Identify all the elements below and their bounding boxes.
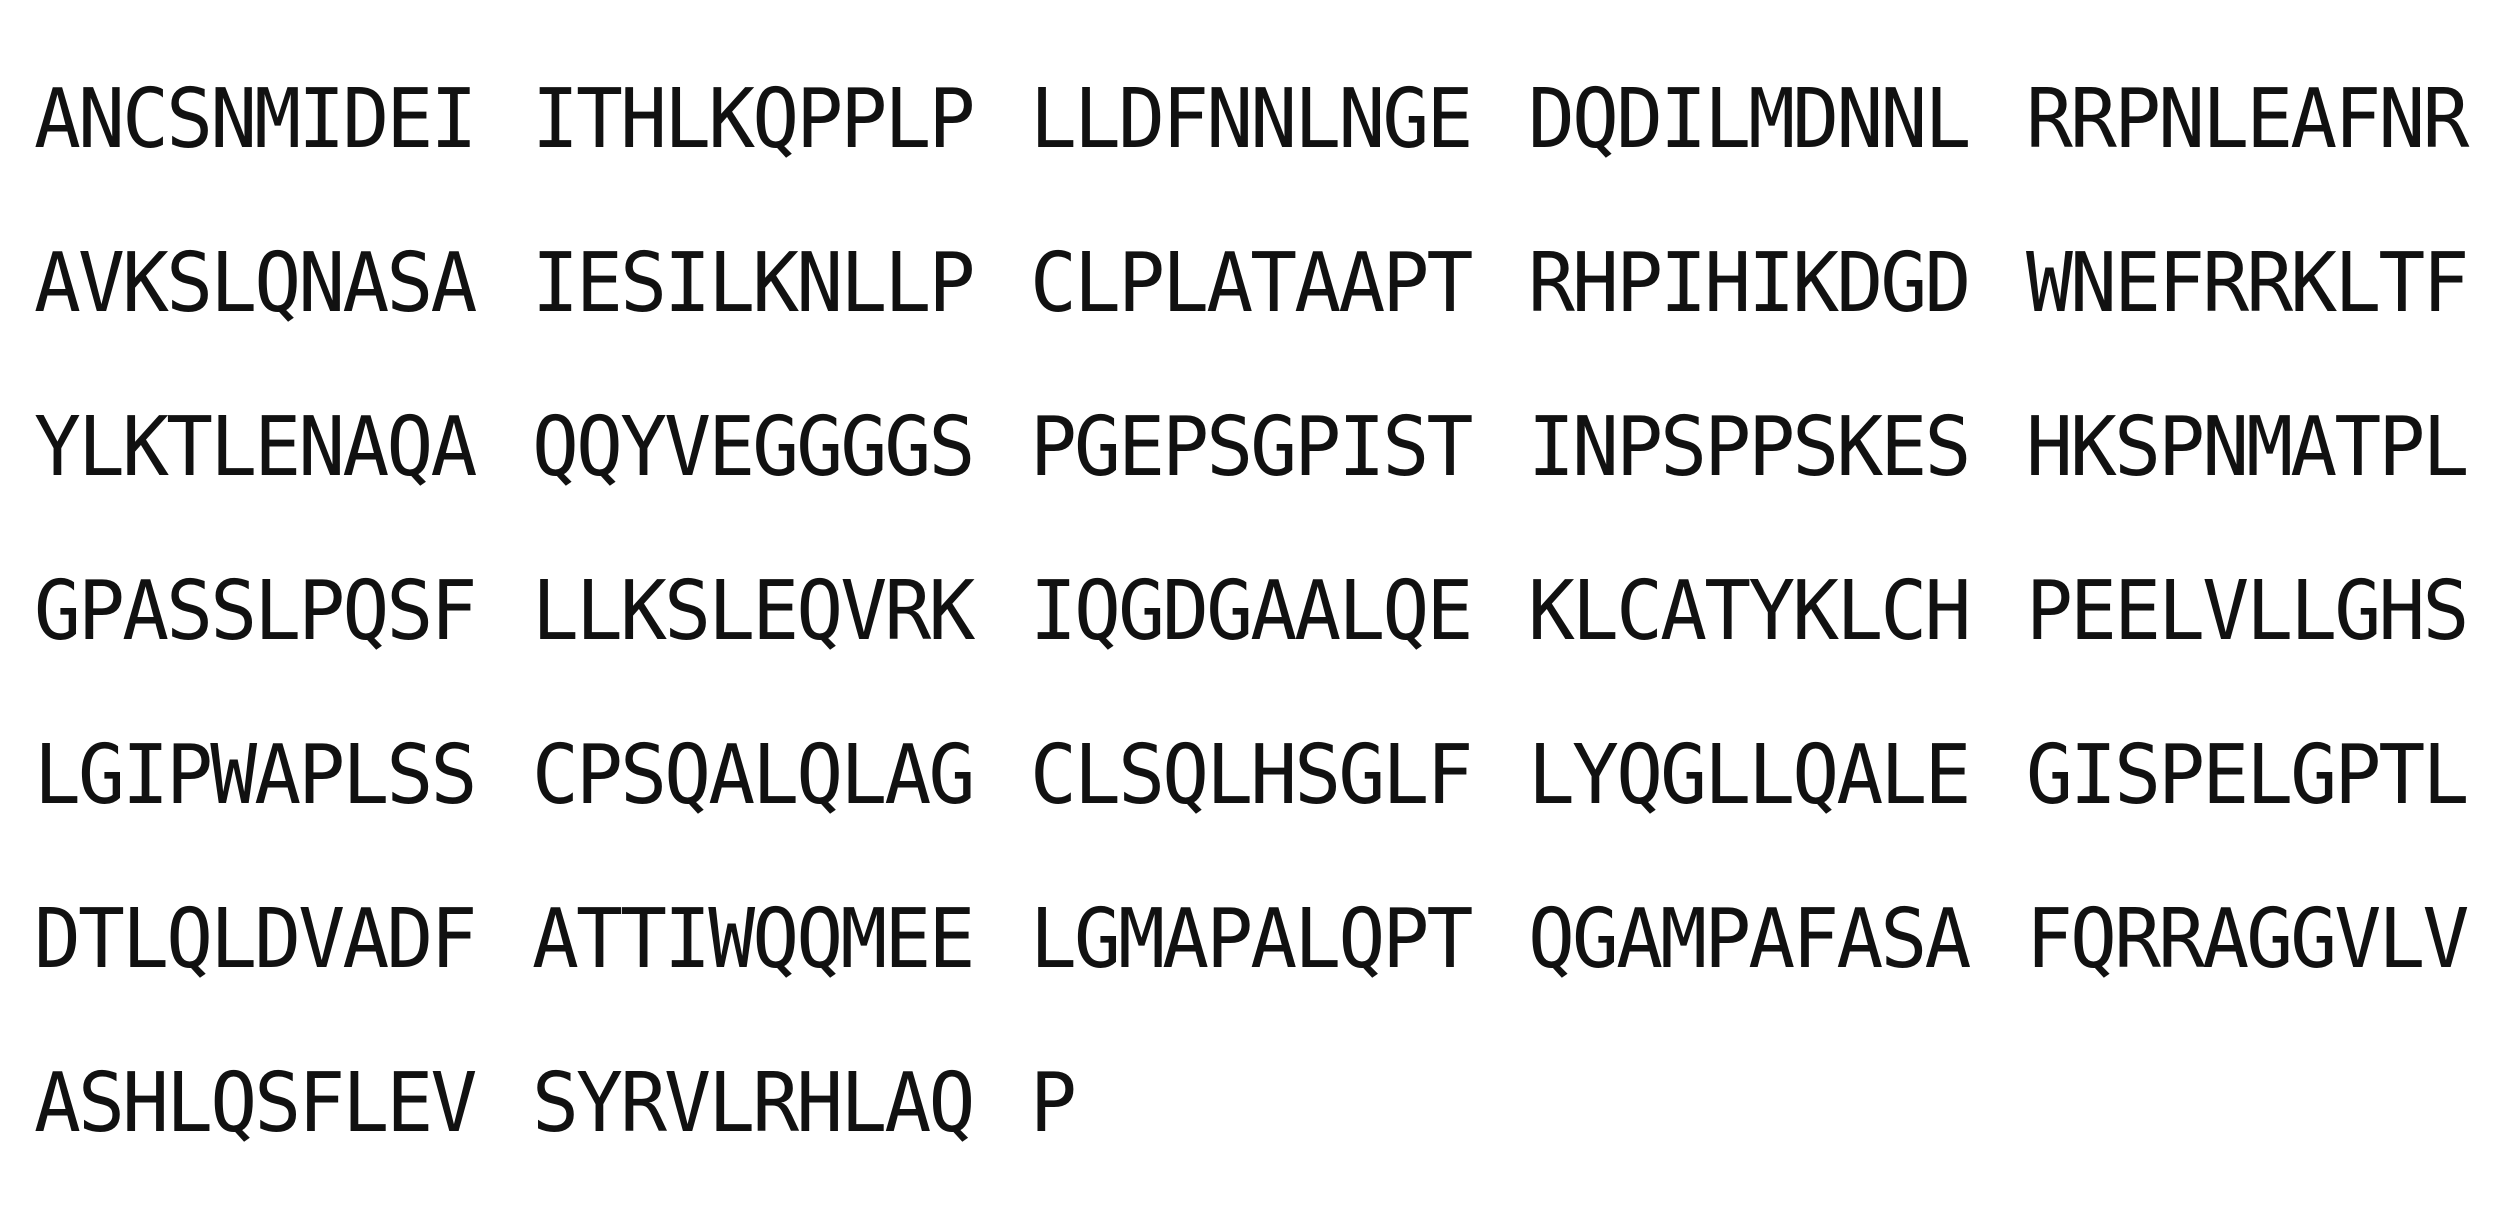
sequence-block: YLKTLENAQA bbox=[34, 400, 477, 495]
sequence-block: DTLQLDVADF bbox=[34, 892, 477, 987]
sequence-block: QGAMPAFASA bbox=[1528, 892, 1971, 987]
sequence-block: IQGDGAALQE bbox=[1030, 564, 1473, 659]
sequence-block: ASHLQSFLEV bbox=[34, 1056, 477, 1151]
sequence-block: INPSPPSKES bbox=[1528, 400, 1971, 495]
sequence-block: GISPELGPTL bbox=[2026, 728, 2469, 823]
sequence-line: GPASSLPQSF LLKSLEQVRK IQGDGAALQE KLCATYKLCH… bbox=[34, 562, 2484, 726]
sequence-block: P bbox=[1030, 1056, 1077, 1151]
sequence-line: YLKTLENAQA QQYVEGGGGS PGEPSGPIST INPSPPSKES… bbox=[34, 398, 2484, 562]
sequence-block: DQDILMDNNL bbox=[1528, 72, 1971, 167]
sequence-line: DTLQLDVADF ATTIWQQMEE LGMAPALQPT QGAMPAFASA… bbox=[34, 890, 2484, 1054]
sequence-block: PEELVLLGHS bbox=[2026, 564, 2469, 659]
sequence-block: LLKSLEQVRK bbox=[532, 564, 975, 659]
sequence-block: HKSPNMATPL bbox=[2026, 400, 2469, 495]
sequence-block: KLCATYKLCH bbox=[1528, 564, 1971, 659]
sequence-block: CPSQALQLAG bbox=[532, 728, 975, 823]
sequence-block: FQRRAGGVLV bbox=[2026, 892, 2469, 987]
sequence-line: LGIPWAPLSS CPSQALQLAG CLSQLHSGLF LYQGLLQALE… bbox=[34, 726, 2484, 890]
sequence-block: GPASSLPQSF bbox=[34, 564, 477, 659]
sequence-block: LLDFNNLNGE bbox=[1030, 72, 1473, 167]
sequence-block: LGIPWAPLSS bbox=[34, 728, 477, 823]
sequence-block: LGMAPALQPT bbox=[1030, 892, 1473, 987]
sequence-block: WNEFRRKLTF bbox=[2026, 236, 2469, 331]
sequence-block: IESILKNLLP bbox=[532, 236, 975, 331]
sequence-block: AVKSLQNASA bbox=[34, 236, 477, 331]
sequence-block: ATTIWQQMEE bbox=[532, 892, 975, 987]
sequence-block: CLSQLHSGLF bbox=[1030, 728, 1473, 823]
sequence-block: PGEPSGPIST bbox=[1030, 400, 1473, 495]
sequence-block: LYQGLLQALE bbox=[1528, 728, 1971, 823]
sequence-line: ANCSNMIDEI ITHLKQPPLP LLDFNNLNGE DQDILMDNNL… bbox=[34, 70, 2484, 234]
sequence-line: ASHLQSFLEV SYRVLRHLAQ P bbox=[34, 1054, 2484, 1218]
sequence-block: RRPNLEAFNR bbox=[2026, 72, 2469, 167]
sequence-block: SYRVLRHLAQ bbox=[532, 1056, 975, 1151]
sequence-block: QQYVEGGGGS bbox=[532, 400, 975, 495]
sequence-block: RHPIHIKDGD bbox=[1528, 236, 1971, 331]
protein-sequence: ANCSNMIDEI ITHLKQPPLP LLDFNNLNGE DQDILMDNNL… bbox=[34, 70, 2484, 1218]
sequence-block: ITHLKQPPLP bbox=[532, 72, 975, 167]
sequence-block: CLPLATAAPT bbox=[1030, 236, 1473, 331]
sequence-line: AVKSLQNASA IESILKNLLP CLPLATAAPT RHPIHIKDGD… bbox=[34, 234, 2484, 398]
sequence-block: ANCSNMIDEI bbox=[34, 72, 477, 167]
